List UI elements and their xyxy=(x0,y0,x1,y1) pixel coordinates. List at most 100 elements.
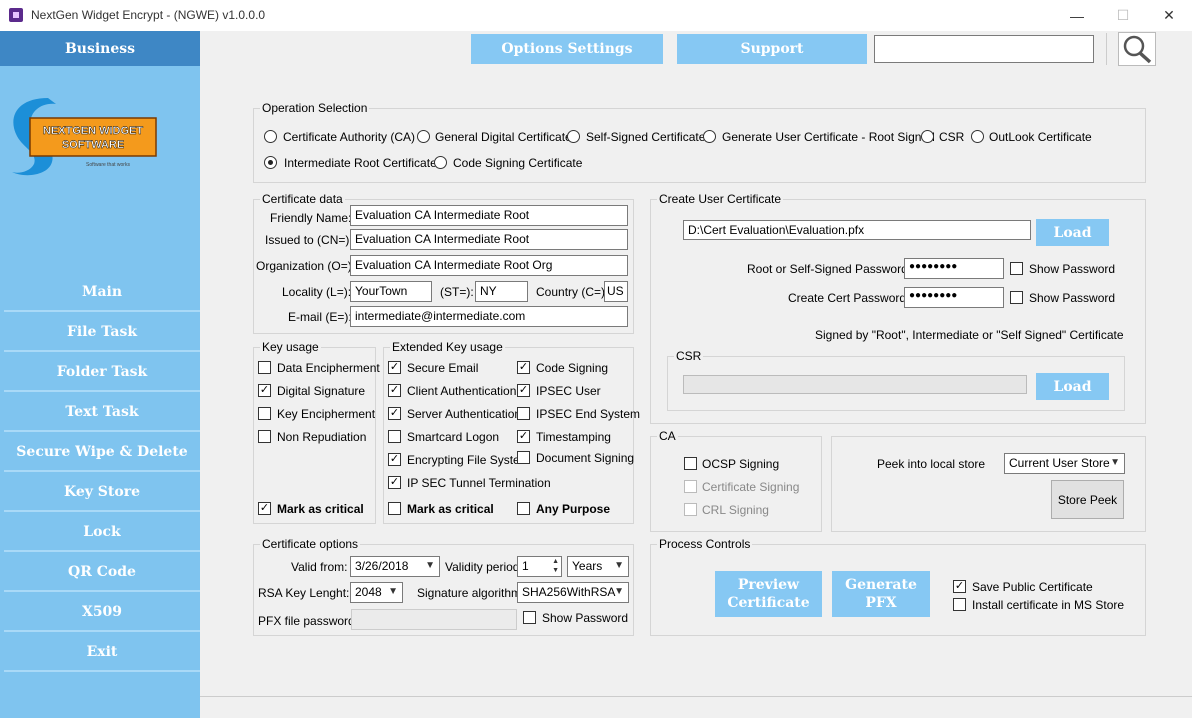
radio-indicator[interactable] xyxy=(921,130,934,143)
sidebar-header-business[interactable]: Business xyxy=(0,31,200,66)
generate-pfx-button[interactable]: Generate PFX xyxy=(832,571,930,617)
maximize-button[interactable]: ☐ xyxy=(1100,0,1146,31)
checkbox-label: Key Encipherment xyxy=(277,407,376,421)
locality-label: Locality (L=): xyxy=(282,285,352,299)
valid-from-picker[interactable]: 3/26/2018 ▼ xyxy=(350,556,440,577)
nav-exit[interactable]: Exit xyxy=(4,634,200,672)
rsa-key-select[interactable]: 2048 ▼ xyxy=(350,582,403,603)
validity-period-stepper[interactable]: 1 ▲ ▼ xyxy=(517,556,562,577)
issued-to-field[interactable]: Evaluation CA Intermediate Root xyxy=(350,229,628,250)
options-settings-button[interactable]: Options Settings xyxy=(471,34,663,64)
state-field[interactable]: NY xyxy=(475,281,528,302)
checkbox-box[interactable] xyxy=(1010,262,1023,275)
stepper-arrows-icon[interactable]: ▲ ▼ xyxy=(552,557,559,575)
nav-text-task[interactable]: Text Task xyxy=(4,394,200,432)
checkbox-box[interactable]: ✓ xyxy=(258,502,271,515)
create-password-field[interactable]: ●●●●●●●● xyxy=(904,287,1004,308)
checkbox-box[interactable]: ✓ xyxy=(517,384,530,397)
nav-x509[interactable]: X509 xyxy=(4,594,200,632)
minimize-button[interactable]: — xyxy=(1054,0,1100,31)
checkbox-box[interactable]: ✓ xyxy=(388,384,401,397)
operation-selection-group: Operation Selection xyxy=(253,101,1146,183)
radio-indicator[interactable] xyxy=(703,130,716,143)
root-password-field[interactable]: ●●●●●●●● xyxy=(904,258,1004,279)
radio-indicator[interactable] xyxy=(264,130,277,143)
group-title: CSR xyxy=(674,349,704,363)
checkbox-box[interactable] xyxy=(258,407,271,420)
checkbox-box[interactable] xyxy=(258,430,271,443)
store-select[interactable]: Current User Store ▼ xyxy=(1004,453,1125,474)
preview-certificate-button[interactable]: Preview Certificate xyxy=(715,571,822,617)
pfx-password-field[interactable] xyxy=(351,609,517,630)
checkbox-label: OCSP Signing xyxy=(702,457,780,471)
checkbox-box[interactable]: ✓ xyxy=(388,476,401,489)
search-button[interactable] xyxy=(1118,32,1156,66)
group-title: Create User Certificate xyxy=(657,192,784,206)
nav-main[interactable]: Main xyxy=(4,274,200,312)
checkbox-box[interactable]: ✓ xyxy=(953,580,966,593)
checkbox-label: Server Authentication xyxy=(407,407,522,421)
store-peek-button[interactable]: Store Peek xyxy=(1051,480,1124,519)
checkbox-box[interactable] xyxy=(684,480,697,493)
friendly-name-field[interactable]: Evaluation CA Intermediate Root xyxy=(350,205,628,226)
peek-label: Peek into local store xyxy=(877,457,986,471)
close-button[interactable]: ✕ xyxy=(1146,0,1192,31)
nav-folder-task[interactable]: Folder Task xyxy=(4,354,200,392)
validity-unit-select[interactable]: Years ▼ xyxy=(567,556,629,577)
checkbox-box[interactable] xyxy=(684,503,697,516)
organization-field[interactable]: Evaluation CA Intermediate Root Org xyxy=(350,255,628,276)
nav-secure-wipe[interactable]: Secure Wipe & Delete xyxy=(4,434,200,472)
rsa-key-label: RSA Key Lenght: xyxy=(258,586,350,600)
checkbox-label: CRL Signing xyxy=(702,503,769,517)
load-pfx-button[interactable]: Load xyxy=(1036,219,1109,246)
checkbox-label: Show Password xyxy=(1029,262,1116,276)
root-password-label: Root or Self-Signed Password: xyxy=(747,262,912,276)
checkbox-box[interactable] xyxy=(388,430,401,443)
checkbox-label: Timestamping xyxy=(536,430,611,444)
checkbox-box[interactable] xyxy=(258,361,271,374)
email-field[interactable]: intermediate@intermediate.com xyxy=(350,306,628,327)
nav-key-store[interactable]: Key Store xyxy=(4,474,200,512)
validity-period-label: Validity period: xyxy=(445,560,523,574)
checkbox-box[interactable] xyxy=(523,611,536,624)
checkbox-box[interactable] xyxy=(517,502,530,515)
chevron-down-icon: ▼ xyxy=(425,560,435,571)
pfx-path-field[interactable]: D:\Cert Evaluation\Evaluation.pfx xyxy=(683,220,1031,240)
app-icon xyxy=(9,8,23,22)
radio-indicator[interactable] xyxy=(264,156,277,169)
radio-indicator[interactable] xyxy=(971,130,984,143)
locality-field[interactable]: YourTown xyxy=(350,281,432,302)
checkbox-box[interactable]: ✓ xyxy=(517,430,530,443)
radio-label: Certificate Authority (CA) xyxy=(283,130,416,144)
checkbox-box[interactable]: ✓ xyxy=(388,361,401,374)
email-label: E-mail (E=): xyxy=(288,310,352,324)
checkbox-box[interactable] xyxy=(684,457,697,470)
nav-file-task[interactable]: File Task xyxy=(4,314,200,352)
checkbox-box[interactable]: ✓ xyxy=(517,361,530,374)
checkbox-label: Client Authentication xyxy=(407,384,517,398)
signature-algorithm-select[interactable]: SHA256WithRSA ▼ xyxy=(517,582,629,603)
radio-indicator[interactable] xyxy=(417,130,430,143)
nav-lock[interactable]: Lock xyxy=(4,514,200,552)
load-csr-button[interactable]: Load xyxy=(1036,373,1109,400)
checkbox-box[interactable] xyxy=(517,407,530,420)
search-input[interactable] xyxy=(874,35,1094,63)
checkbox-box[interactable] xyxy=(388,502,401,515)
checkbox-box[interactable] xyxy=(1010,291,1023,304)
csr-field[interactable] xyxy=(683,375,1027,394)
state-label: (ST=): xyxy=(440,285,474,299)
checkbox-box[interactable] xyxy=(953,598,966,611)
radio-label: Generate User Certificate - Root Signed xyxy=(722,130,935,144)
checkbox-label: Digital Signature xyxy=(277,384,366,398)
country-label: Country (C=): xyxy=(536,285,609,299)
country-field[interactable]: US xyxy=(604,281,628,302)
support-button[interactable]: Support xyxy=(677,34,867,64)
radio-indicator[interactable] xyxy=(434,156,447,169)
checkbox-box[interactable]: ✓ xyxy=(388,453,401,466)
checkbox-box[interactable]: ✓ xyxy=(258,384,271,397)
nav-qr-code[interactable]: QR Code xyxy=(4,554,200,592)
checkbox-box[interactable]: ✓ xyxy=(388,407,401,420)
checkbox-box[interactable] xyxy=(517,451,530,464)
logo-text-line1: NEXTGEN WIDGET xyxy=(43,125,144,137)
radio-indicator[interactable] xyxy=(567,130,580,143)
